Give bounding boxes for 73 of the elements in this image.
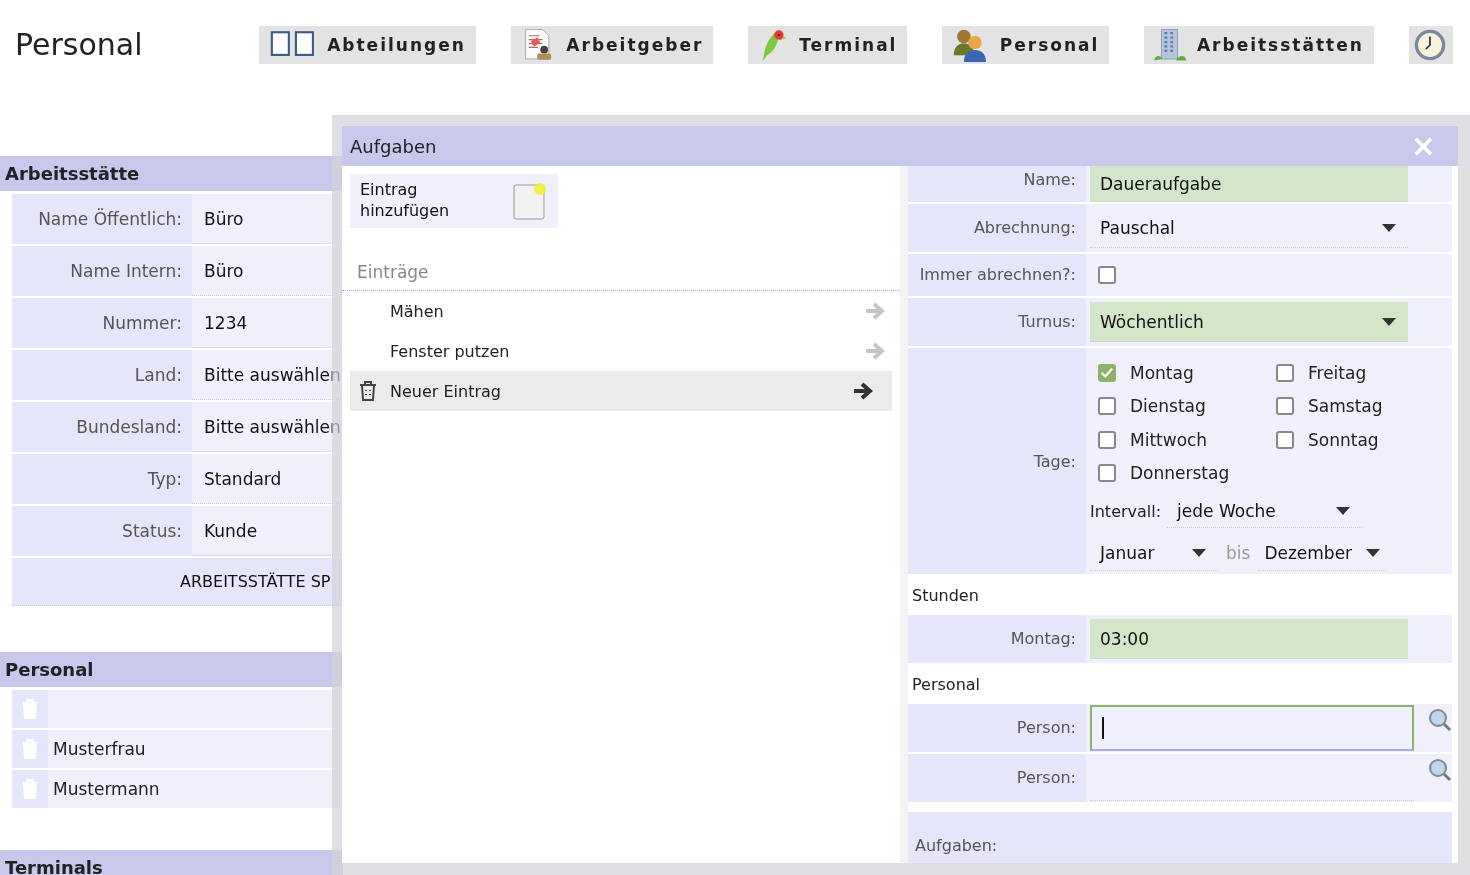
dropdown[interactable]: jede Woche: [1167, 494, 1363, 528]
entry-item[interactable]: Fenster putzen: [350, 331, 892, 371]
field-label: Status:: [12, 506, 192, 556]
field-label: Immer abrechnen?:: [908, 254, 1086, 296]
field-label: Bundesland:: [12, 402, 192, 452]
field-label: Intervall:: [1090, 501, 1162, 521]
field-value: Bitte auswählen: [192, 402, 343, 452]
trash-icon: [21, 738, 39, 760]
field-label: Montag:: [908, 615, 1086, 663]
dropdown[interactable]: Januar: [1090, 535, 1218, 571]
entry-item[interactable]: Neuer Eintrag: [350, 371, 892, 411]
nav-button[interactable]: Arbeitgeber: [510, 25, 714, 64]
note-icon: [512, 181, 548, 221]
checkbox[interactable]: [1098, 464, 1116, 483]
arrow-icon: [864, 341, 886, 361]
clock-icon: [1412, 27, 1447, 62]
field-label: Person:: [908, 704, 1086, 752]
caret-icon: [1336, 506, 1351, 515]
entry-item[interactable]: Mähen: [350, 291, 892, 331]
checkbox[interactable]: [1098, 397, 1116, 416]
field-label: Name:: [908, 166, 1086, 202]
dropdown[interactable]: Pauschal: [1090, 208, 1408, 248]
checkbox[interactable]: [1276, 430, 1294, 449]
add-entry-button[interactable]: Eintrag hinzufügen: [350, 174, 558, 228]
field-label: Land:: [12, 350, 192, 400]
search-icon[interactable]: [1428, 758, 1452, 782]
page-title: Personal: [15, 27, 144, 62]
section-heading: Einträge: [342, 262, 900, 291]
dropdown[interactable]: Wöchentlich: [1090, 302, 1408, 342]
text-field[interactable]: 03:00: [1090, 619, 1408, 659]
checkbox-label: Montag: [1130, 362, 1194, 383]
field-label: Name Öffentlich:: [12, 194, 192, 244]
field-label: Abrechnung:: [908, 204, 1086, 252]
checkbox-label: Donnerstag: [1130, 463, 1230, 484]
checkbox[interactable]: [1098, 266, 1116, 284]
checkbox[interactable]: [1276, 397, 1294, 416]
text-field[interactable]: Daueraufgabe: [1090, 166, 1408, 202]
field-label: Person:: [908, 754, 1086, 802]
dropdown[interactable]: Dezember: [1258, 535, 1387, 571]
field-label: Name Intern:: [12, 246, 192, 296]
trash-icon: [21, 778, 39, 800]
field-label: Tage:: [908, 348, 1086, 574]
search-icon[interactable]: [1428, 708, 1452, 732]
nav-button[interactable]: Abteilungen: [259, 25, 476, 64]
trash-icon[interactable]: [359, 380, 377, 402]
checkbox-label: Sonntag: [1308, 429, 1379, 450]
dialog-title: Aufgaben: [350, 135, 437, 157]
checkbox[interactable]: [1098, 363, 1116, 382]
checkbox-label: Mittwoch: [1130, 429, 1208, 450]
checkbox[interactable]: [1276, 363, 1294, 382]
caret-icon: [1366, 548, 1381, 557]
arrow-icon: [852, 381, 874, 401]
search-field[interactable]: [1090, 705, 1414, 751]
checkbox-label: Dienstag: [1130, 396, 1206, 417]
field-label: Aufgaben:: [914, 835, 998, 857]
caret-icon: [1382, 317, 1396, 326]
nav-button[interactable]: Personal: [942, 25, 1110, 64]
field-label: Typ:: [12, 454, 192, 504]
field-label: Turnus:: [908, 298, 1086, 346]
arrow-icon: [864, 301, 886, 321]
checkbox-label: Freitag: [1308, 362, 1367, 383]
range-separator: bis: [1226, 543, 1251, 563]
caret-icon: [1192, 548, 1206, 557]
building-icon: [1154, 27, 1187, 62]
checkbox[interactable]: [1098, 430, 1116, 449]
field-value: Bitte auswählen: [192, 350, 343, 400]
clock-button[interactable]: [1408, 25, 1453, 64]
nav-button[interactable]: Terminal: [748, 25, 908, 64]
nav-button[interactable]: Arbeitsstätten: [1144, 25, 1374, 64]
field-label: Nummer:: [12, 298, 192, 348]
trash-icon: [21, 698, 39, 720]
checkbox-label: Samstag: [1308, 396, 1383, 417]
caret-icon: [1382, 223, 1396, 232]
